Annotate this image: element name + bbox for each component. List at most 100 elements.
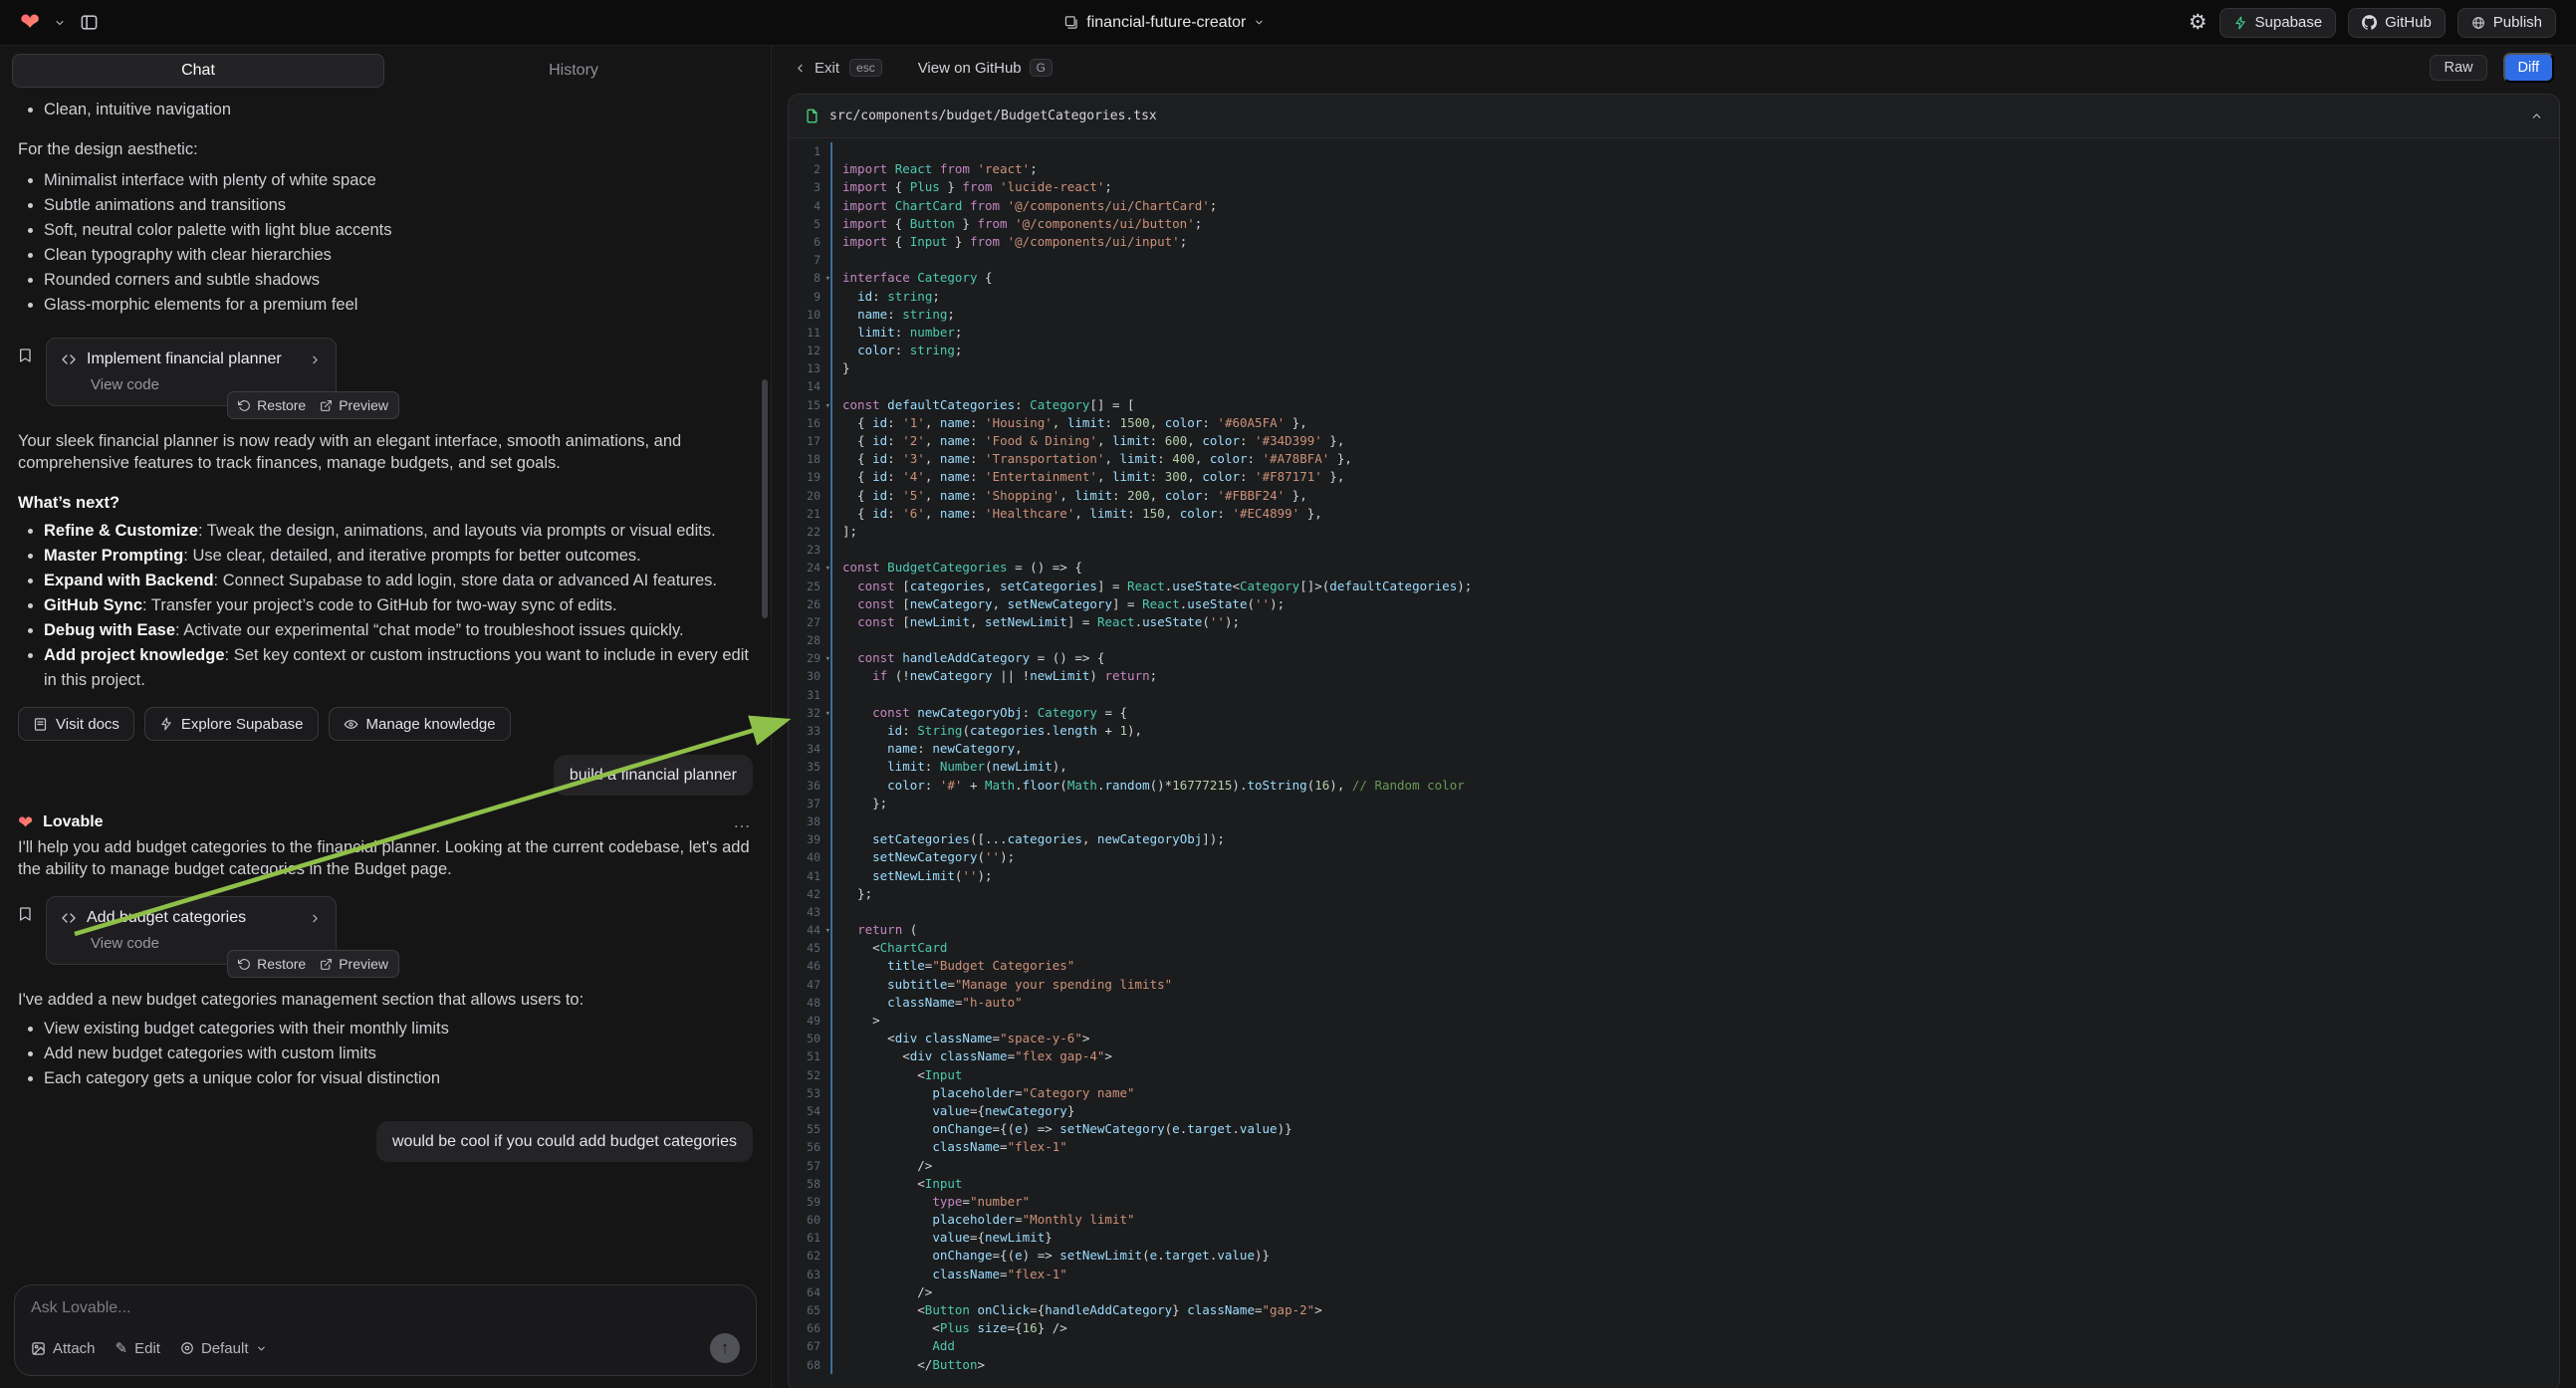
fold-chevron-icon[interactable]: ▾	[825, 650, 830, 668]
code-line[interactable]: 60 placeholder="Monthly limit"	[789, 1211, 2559, 1229]
code-line[interactable]: 5import { Button } from '@/components/ui…	[789, 215, 2559, 233]
code-line[interactable]: 38	[789, 812, 2559, 830]
code-line[interactable]: 26 const [newCategory, setNewCategory] =…	[789, 595, 2559, 613]
code-line[interactable]: 28	[789, 631, 2559, 649]
code-line[interactable]: 29▾ const handleAddCategory = () => {	[789, 649, 2559, 667]
fold-chevron-icon[interactable]: ▾	[825, 397, 830, 415]
code-line[interactable]: 13}	[789, 359, 2559, 377]
fold-chevron-icon[interactable]: ▾	[825, 705, 830, 723]
code-line[interactable]: 31	[789, 686, 2559, 704]
code-line[interactable]: 68 </Button>	[789, 1356, 2559, 1374]
collapse-chevron-up-icon[interactable]	[2530, 110, 2543, 122]
diff-button[interactable]: Diff	[2503, 53, 2555, 83]
preview-button[interactable]: Preview	[320, 397, 388, 413]
code-change-card[interactable]: Add budget categories View code Restore	[46, 896, 337, 965]
code-line[interactable]: 64 />	[789, 1283, 2559, 1301]
code-line[interactable]: 62 onChange={(e) => setNewLimit(e.target…	[789, 1247, 2559, 1265]
code-line[interactable]: 52 <Input	[789, 1066, 2559, 1084]
chat-scrollbar[interactable]	[762, 379, 768, 618]
tab-history[interactable]: History	[388, 54, 759, 88]
code-line[interactable]: 19 { id: '4', name: 'Entertainment', lim…	[789, 468, 2559, 486]
attach-button[interactable]: Attach	[31, 1340, 96, 1357]
code-line[interactable]: 4import ChartCard from '@/components/ui/…	[789, 197, 2559, 215]
chevron-right-icon[interactable]	[309, 912, 322, 925]
github-button[interactable]: GitHub	[2348, 8, 2446, 38]
code-line[interactable]: 2import React from 'react';	[789, 160, 2559, 178]
project-switcher[interactable]: financial-future-creator	[1063, 14, 1265, 32]
mode-selector[interactable]: Default	[180, 1340, 267, 1357]
code-line[interactable]: 12 color: string;	[789, 342, 2559, 359]
code-line[interactable]: 32▾ const newCategoryObj: Category = {	[789, 704, 2559, 722]
exit-button[interactable]: Exit	[794, 60, 839, 77]
code-line[interactable]: 33 id: String(categories.length + 1),	[789, 722, 2559, 740]
message-options-icon[interactable]: …	[733, 811, 753, 832]
code-line[interactable]: 53 placeholder="Category name"	[789, 1084, 2559, 1102]
code-line[interactable]: 16 { id: '1', name: 'Housing', limit: 15…	[789, 414, 2559, 432]
code-line[interactable]: 66 <Plus size={16} />	[789, 1319, 2559, 1337]
file-header[interactable]: src/components/budget/BudgetCategories.t…	[789, 95, 2559, 138]
code-line[interactable]: 41 setNewLimit('');	[789, 867, 2559, 885]
restore-button[interactable]: Restore	[238, 397, 306, 413]
code-line[interactable]: 50 <div className="space-y-6">	[789, 1030, 2559, 1047]
code-line[interactable]: 47 subtitle="Manage your spending limits…	[789, 976, 2559, 994]
code-line[interactable]: 37 };	[789, 795, 2559, 812]
settings-gear-icon[interactable]: ⚙	[2189, 12, 2208, 33]
fold-chevron-icon[interactable]: ▾	[825, 922, 830, 940]
ask-lovable-input[interactable]	[31, 1299, 740, 1317]
code-line[interactable]: 39 setCategories([...categories, newCate…	[789, 830, 2559, 848]
code-line[interactable]: 56 className="flex-1"	[789, 1138, 2559, 1156]
code-line[interactable]: 45 <ChartCard	[789, 939, 2559, 957]
supabase-button[interactable]: Supabase	[2220, 8, 2337, 38]
code-line[interactable]: 59 type="number"	[789, 1193, 2559, 1211]
code-line[interactable]: 17 { id: '2', name: 'Food & Dining', lim…	[789, 432, 2559, 450]
chat-message-area[interactable]: Clean, intuitive navigation For the desi…	[0, 92, 771, 1276]
code-line[interactable]: 27 const [newLimit, setNewLimit] = React…	[789, 613, 2559, 631]
code-line[interactable]: 55 onChange={(e) => setNewCategory(e.tar…	[789, 1120, 2559, 1138]
send-button[interactable]: ↑	[710, 1333, 740, 1363]
sidebar-toggle-icon[interactable]	[80, 13, 99, 32]
fold-chevron-icon[interactable]: ▾	[825, 560, 830, 578]
code-line[interactable]: 35 limit: Number(newLimit),	[789, 758, 2559, 776]
code-line[interactable]: 36 color: '#' + Math.floor(Math.random()…	[789, 777, 2559, 795]
code-line[interactable]: 42 };	[789, 885, 2559, 903]
bookmark-icon[interactable]	[18, 347, 34, 363]
code-line[interactable]: 23	[789, 541, 2559, 559]
code-line[interactable]: 24▾const BudgetCategories = () => {	[789, 559, 2559, 577]
chevron-right-icon[interactable]	[309, 353, 322, 366]
lovable-logo-icon[interactable]: ❤	[20, 11, 40, 35]
code-line[interactable]: 6import { Input } from '@/components/ui/…	[789, 233, 2559, 251]
code-line[interactable]: 7	[789, 251, 2559, 269]
code-line[interactable]: 25 const [categories, setCategories] = R…	[789, 578, 2559, 595]
code-line[interactable]: 8▾interface Category {	[789, 269, 2559, 287]
code-line[interactable]: 61 value={newLimit}	[789, 1229, 2559, 1247]
code-line[interactable]: 51 <div className="flex gap-4">	[789, 1047, 2559, 1065]
code-line[interactable]: 14	[789, 377, 2559, 395]
code-line[interactable]: 22];	[789, 523, 2559, 541]
explore-supabase-button[interactable]: Explore Supabase	[144, 707, 319, 741]
code-line[interactable]: 63 className="flex-1"	[789, 1266, 2559, 1283]
code-line[interactable]: 65 <Button onClick={handleAddCategory} c…	[789, 1301, 2559, 1319]
code-line[interactable]: 21 { id: '6', name: 'Healthcare', limit:…	[789, 505, 2559, 523]
code-line[interactable]: 34 name: newCategory,	[789, 740, 2559, 758]
code-line[interactable]: 46 title="Budget Categories"	[789, 957, 2559, 975]
code-line[interactable]: 44▾ return (	[789, 921, 2559, 939]
code-line[interactable]: 15▾const defaultCategories: Category[] =…	[789, 396, 2559, 414]
raw-button[interactable]: Raw	[2430, 55, 2486, 81]
code-line[interactable]: 3import { Plus } from 'lucide-react';	[789, 178, 2559, 196]
code-line[interactable]: 18 { id: '3', name: 'Transportation', li…	[789, 450, 2559, 468]
code-line[interactable]: 1	[789, 142, 2559, 160]
view-on-github-link[interactable]: View on GitHub G	[918, 59, 1053, 77]
edit-button[interactable]: ✎ Edit	[116, 1339, 160, 1357]
publish-button[interactable]: Publish	[2458, 8, 2556, 38]
code-line[interactable]: 20 { id: '5', name: 'Shopping', limit: 2…	[789, 487, 2559, 505]
code-line[interactable]: 58 <Input	[789, 1175, 2559, 1193]
chevron-down-icon[interactable]	[54, 17, 66, 29]
code-line[interactable]: 10 name: string;	[789, 306, 2559, 324]
visit-docs-button[interactable]: Visit docs	[18, 707, 134, 741]
tab-chat[interactable]: Chat	[12, 54, 384, 88]
code-line[interactable]: 43	[789, 903, 2559, 921]
code-line[interactable]: 49 >	[789, 1012, 2559, 1030]
code-change-card[interactable]: Implement financial planner View code Re…	[46, 338, 337, 406]
code-line[interactable]: 48 className="h-auto"	[789, 994, 2559, 1012]
preview-button[interactable]: Preview	[320, 956, 388, 972]
